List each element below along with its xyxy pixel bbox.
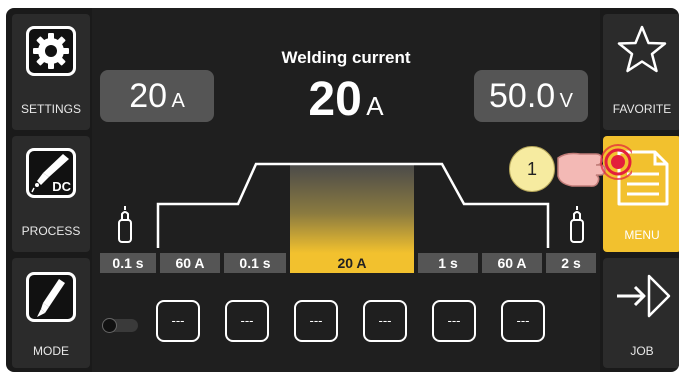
callout-number: 1	[526, 159, 537, 179]
segment-downslope-time[interactable]: 1 s	[418, 253, 478, 273]
torch-dc-icon: DC	[26, 148, 76, 198]
mode-button[interactable]: MODE	[12, 258, 90, 368]
device-frame: SETTINGS DC PROCESS MODE 20 A Welding cu…	[0, 0, 685, 378]
gear-icon	[26, 26, 76, 76]
favorite-label: FAVORITE	[612, 102, 672, 116]
segment-start-current[interactable]: 60 A	[160, 253, 220, 273]
program-slot-3[interactable]: ---	[294, 300, 338, 342]
job-button[interactable]: JOB	[603, 258, 679, 368]
callout-number-badge: 1	[509, 146, 555, 192]
job-label: JOB	[630, 344, 654, 358]
segment-preflow-time[interactable]: 0.1 s	[100, 253, 156, 273]
settings-button[interactable]: SETTINGS	[12, 14, 90, 130]
gas-preflow-icon	[118, 206, 132, 243]
process-button[interactable]: DC PROCESS	[12, 136, 90, 252]
job-login-icon	[617, 274, 671, 318]
favorite-button[interactable]: FAVORITE	[603, 14, 679, 130]
star-icon	[617, 25, 667, 73]
segment-welding-current[interactable]: 20 A	[290, 253, 414, 273]
welding-cycle-graph	[118, 162, 584, 253]
program-slot-5[interactable]: ---	[432, 300, 476, 342]
segment-postflow-time[interactable]: 2 s	[546, 253, 596, 273]
gas-postflow-icon	[570, 206, 584, 243]
program-toggle-switch[interactable]	[102, 318, 138, 333]
process-label: PROCESS	[21, 224, 81, 238]
program-slot-1[interactable]: ---	[156, 300, 200, 342]
mode-label: MODE	[33, 344, 69, 358]
menu-label: MENU	[624, 228, 660, 242]
program-slot-6[interactable]: ---	[501, 300, 545, 342]
program-slot-2[interactable]: ---	[225, 300, 269, 342]
segment-upslope-time[interactable]: 0.1 s	[224, 253, 286, 273]
program-slot-4[interactable]: ---	[363, 300, 407, 342]
dc-badge: DC	[52, 179, 71, 194]
segment-end-current[interactable]: 60 A	[482, 253, 542, 273]
trigger-mode-icon	[26, 272, 76, 322]
settings-label: SETTINGS	[20, 102, 81, 116]
active-phase-highlight	[290, 164, 414, 253]
touch-hand-icon	[557, 144, 632, 187]
toggle-knob	[102, 318, 117, 333]
